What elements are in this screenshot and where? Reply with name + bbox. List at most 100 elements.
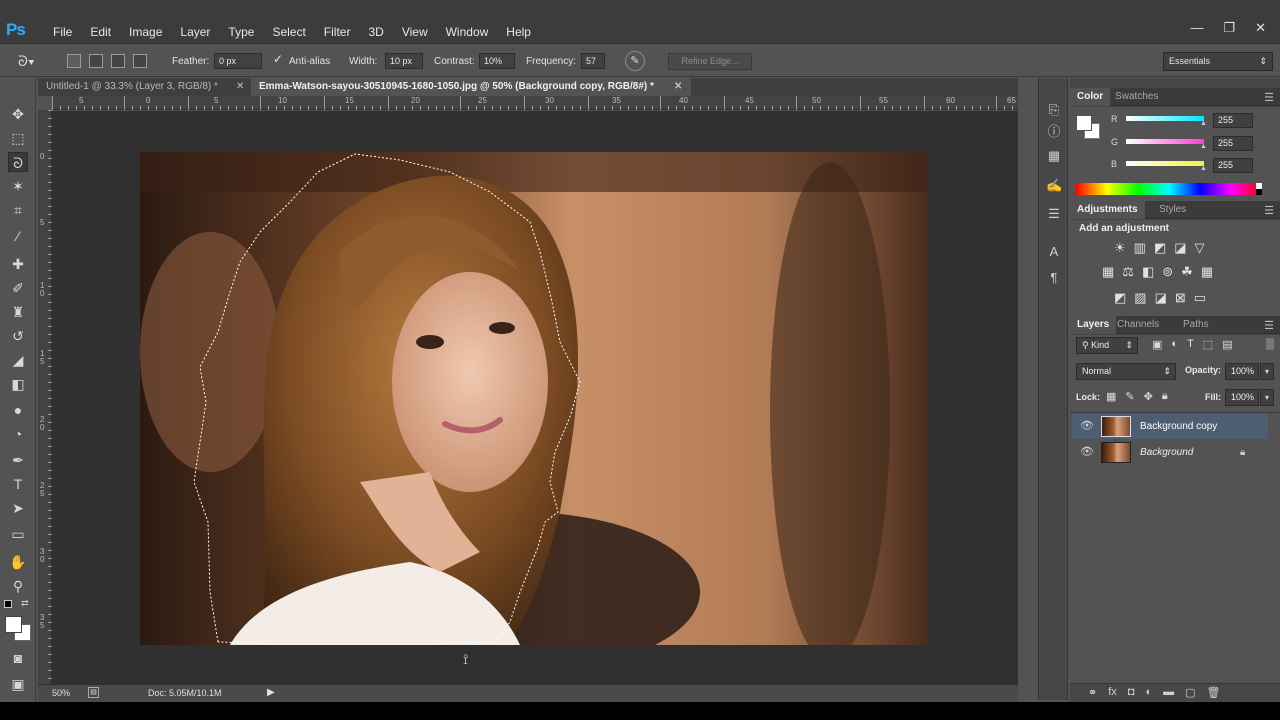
document-image[interactable] <box>140 152 928 645</box>
intersect-selection-icon[interactable] <box>133 54 147 68</box>
menu-file[interactable]: File <box>44 24 81 40</box>
menu-select[interactable]: Select <box>263 24 314 40</box>
pen-tool-icon[interactable]: ✒ <box>8 450 28 470</box>
black-white-icon[interactable]: ◧ <box>1142 264 1154 280</box>
panel-menu-icon[interactable]: ☰ <box>1264 91 1274 104</box>
width-input[interactable]: 10 px <box>385 53 423 69</box>
eraser-tool-icon[interactable]: ◢ <box>8 350 28 370</box>
move-tool-icon[interactable]: ✥ <box>8 104 28 124</box>
path-selection-tool-icon[interactable]: ➤ <box>8 498 28 518</box>
gradient-map-icon[interactable]: ▭ <box>1194 290 1206 306</box>
channel-b-value[interactable]: 255 <box>1213 158 1253 173</box>
menu-window[interactable]: Window <box>437 24 498 40</box>
antialias-checkbox[interactable]: ✓ <box>273 53 285 65</box>
export-icon[interactable]: ▤ <box>88 687 99 698</box>
lock-transparent-icon[interactable]: ▦ <box>1106 390 1116 403</box>
new-group-icon[interactable]: ▬ <box>1163 686 1174 699</box>
channel-g-slider[interactable] <box>1126 139 1204 144</box>
exposure-icon[interactable]: ◪ <box>1174 240 1186 256</box>
layer-mask-icon[interactable]: ◘ <box>1128 686 1135 699</box>
close-button[interactable]: ✕ <box>1255 20 1266 36</box>
refine-edge-button[interactable]: Refine Edge... <box>668 53 752 70</box>
brightness-contrast-icon[interactable]: ☀ <box>1114 240 1126 256</box>
menu-layer[interactable]: Layer <box>171 24 219 40</box>
brush-presets-icon[interactable]: ✍ <box>1046 178 1062 194</box>
frequency-input[interactable]: 57 <box>581 53 605 69</box>
color-balance-icon[interactable]: ⚖ <box>1122 264 1134 280</box>
blur-tool-icon[interactable]: ● <box>8 400 28 420</box>
menu-type[interactable]: Type <box>219 24 263 40</box>
layer-style-icon[interactable]: fx <box>1108 686 1117 699</box>
tab-swatches[interactable]: Swatches <box>1108 88 1165 106</box>
photo-filter-icon[interactable]: ⊚ <box>1162 264 1173 280</box>
menu-edit[interactable]: Edit <box>81 24 120 40</box>
color-lookup-icon[interactable]: ▦ <box>1201 264 1213 280</box>
quick-mask-icon[interactable]: ◙ <box>8 648 28 668</box>
filter-smart-object-icon[interactable]: ▤ <box>1222 338 1232 351</box>
layer-row-background[interactable]: 👁︎ Background 🔒︎ <box>1072 440 1268 465</box>
gradient-tool-icon[interactable]: ◧ <box>8 374 28 394</box>
layer-row-background-copy[interactable]: 👁︎ Background copy <box>1072 414 1268 439</box>
channel-r-slider[interactable] <box>1126 116 1204 121</box>
vibrance-icon[interactable]: ▽ <box>1195 240 1205 256</box>
feather-input[interactable]: 0 px <box>214 53 262 69</box>
tab-paths[interactable]: Paths <box>1176 316 1216 334</box>
magnetic-lasso-preset-icon[interactable]: ᘐ▾ <box>18 51 52 71</box>
contrast-input[interactable]: 10% <box>479 53 515 69</box>
opacity-dropdown-icon[interactable]: ▾ <box>1260 363 1274 380</box>
slider-handle-icon[interactable]: ▲ <box>1200 120 1207 127</box>
lock-all-icon[interactable]: 🔒︎ <box>1162 390 1168 403</box>
restore-button[interactable]: ❐ <box>1223 20 1235 36</box>
pen-pressure-icon[interactable]: ✎ <box>625 51 645 71</box>
hue-saturation-icon[interactable]: ▦ <box>1102 264 1114 280</box>
fill-dropdown-icon[interactable]: ▾ <box>1260 389 1274 406</box>
hand-tool-icon[interactable]: ✋ <box>8 552 28 572</box>
tab-styles[interactable]: Styles <box>1152 201 1193 219</box>
channel-g-value[interactable]: 255 <box>1213 136 1253 151</box>
dodge-tool-icon[interactable]: ◔ <box>8 424 28 444</box>
link-layers-icon[interactable]: ⚭ <box>1088 686 1097 699</box>
workspace-select[interactable]: Essentials ⇕ <box>1163 52 1273 71</box>
menu-help[interactable]: Help <box>497 24 540 40</box>
layer-name[interactable]: Background <box>1140 440 1193 465</box>
filter-toggle[interactable] <box>1266 338 1274 350</box>
crop-tool-icon[interactable]: ⌗ <box>8 200 28 220</box>
filter-pixel-icon[interactable]: ▣ <box>1152 338 1162 351</box>
clone-stamp-tool-icon[interactable]: ♜ <box>8 302 28 322</box>
fill-input[interactable]: 100% <box>1225 389 1259 406</box>
minimize-button[interactable]: — <box>1190 20 1203 36</box>
zoom-level[interactable]: 50% <box>52 688 70 698</box>
character-icon[interactable]: A <box>1046 244 1062 260</box>
paragraph-icon[interactable]: ¶ <box>1046 270 1062 286</box>
menu-image[interactable]: Image <box>120 24 171 40</box>
posterize-icon[interactable]: ▨ <box>1134 290 1146 306</box>
new-layer-icon[interactable]: ▢ <box>1185 686 1195 699</box>
selective-color-icon[interactable]: ⊠ <box>1175 290 1186 306</box>
foreground-color-swatch[interactable] <box>1076 115 1092 131</box>
channel-b-slider[interactable] <box>1126 161 1204 166</box>
filter-adjustment-icon[interactable]: ◐ <box>1171 338 1178 351</box>
history-brush-tool-icon[interactable]: ↺ <box>8 326 28 346</box>
tab-emma-watson[interactable]: Emma-Watson-sayou-30510945-1680-1050.jpg… <box>251 78 691 96</box>
tab-untitled-1[interactable]: Untitled-1 @ 33.3% (Layer 3, RGB/8) * ✕ <box>38 78 250 96</box>
magic-wand-tool-icon[interactable]: ✶ <box>8 176 28 196</box>
new-selection-icon[interactable] <box>67 54 81 68</box>
menu-3d[interactable]: 3D <box>359 24 392 40</box>
brush-tool-icon[interactable]: ✐ <box>8 278 28 298</box>
add-to-selection-icon[interactable] <box>89 54 103 68</box>
black-ramp-swatch[interactable] <box>1256 189 1262 195</box>
tab-adjustments[interactable]: Adjustments <box>1070 201 1145 219</box>
rectangle-tool-icon[interactable]: ▭ <box>8 524 28 544</box>
tab-channels[interactable]: Channels <box>1110 316 1166 334</box>
eyedropper-tool-icon[interactable]: ⁄ <box>8 226 28 246</box>
zoom-tool-icon[interactable]: ⚲ <box>8 576 28 596</box>
slider-handle-icon[interactable]: ▲ <box>1200 165 1207 172</box>
color-ramp[interactable] <box>1076 183 1262 195</box>
history-icon[interactable]: ⎘ <box>1046 102 1062 118</box>
screen-mode-icon[interactable]: ▣ <box>8 674 28 694</box>
lock-image-icon[interactable]: ✎ <box>1125 390 1134 403</box>
layer-filter-select[interactable]: ⚲ Kind ⇕ <box>1076 337 1138 354</box>
status-menu-icon[interactable]: ▶ <box>267 687 275 698</box>
swap-colors-icon[interactable]: ⇄ <box>21 598 29 609</box>
close-icon[interactable]: ✕ <box>674 78 682 96</box>
